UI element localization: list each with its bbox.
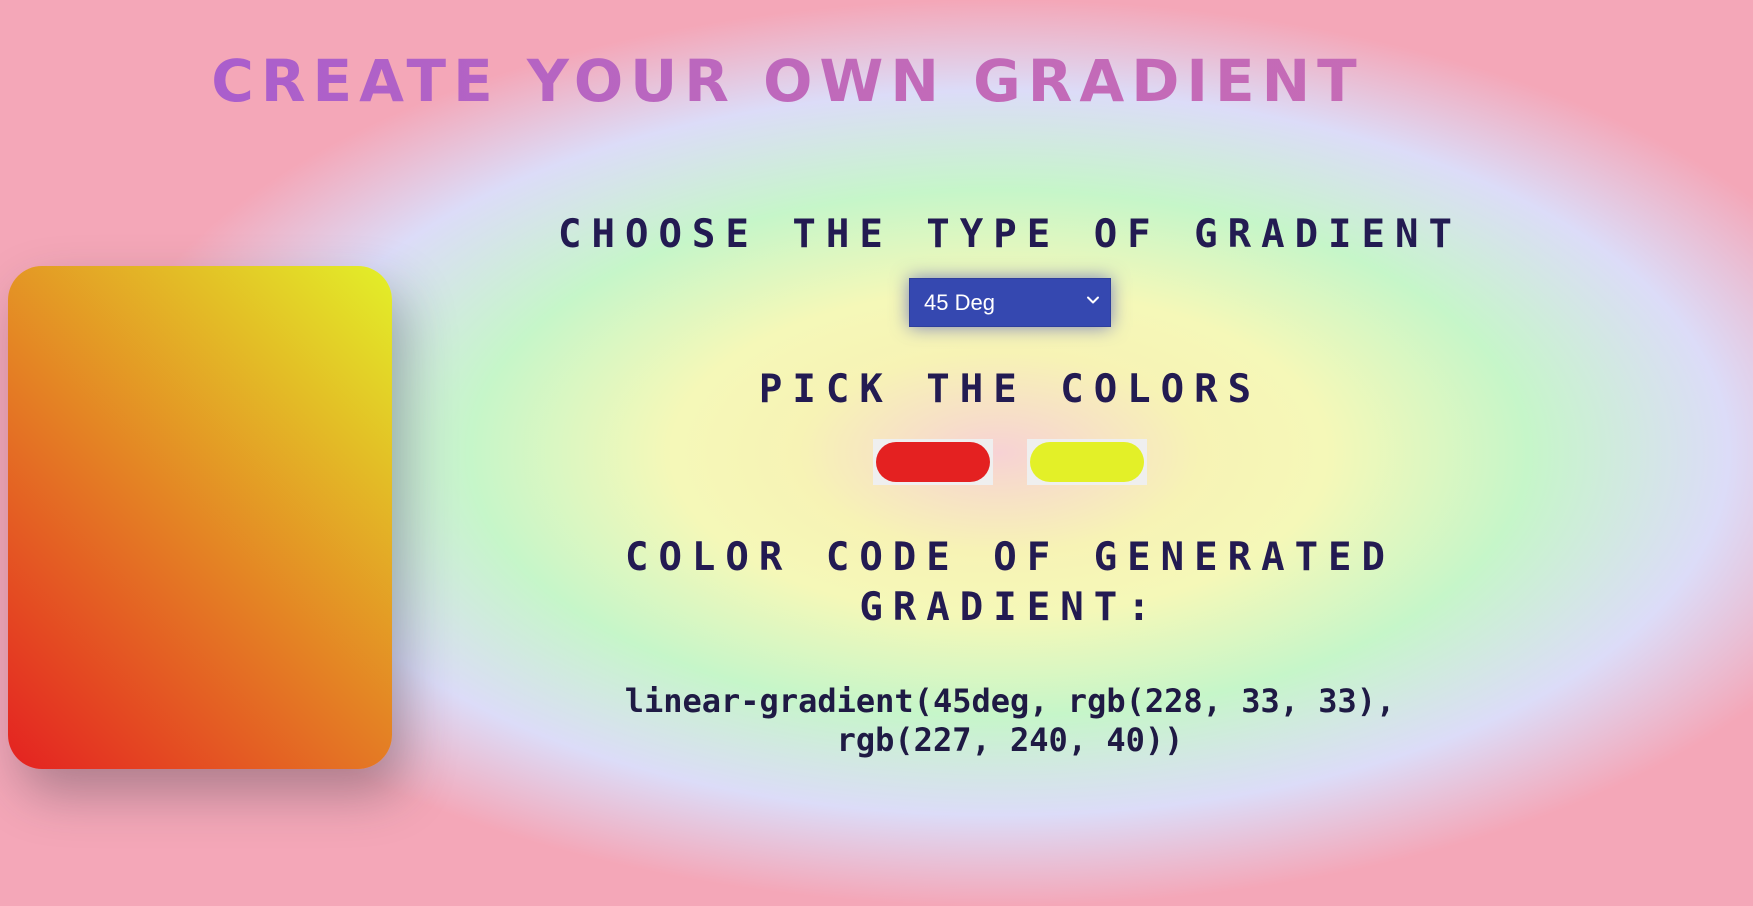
color-picker-2[interactable] [1026,439,1147,485]
gradient-type-selected-value: 45 Deg [924,290,995,315]
pick-colors-heading: PICK THE COLORS [758,367,1262,412]
color-code-heading: COLOR CODE OF GENERATED GRADIENT: [624,535,1396,630]
page-title: CREATE YOUR OWN GRADIENT [0,44,1575,118]
gradient-type-select[interactable]: 45 Deg [909,278,1111,327]
gradient-preview [8,266,392,769]
gradient-type-heading: CHOOSE THE TYPE OF GRADIENT [558,212,1462,257]
color-picker-1[interactable] [873,439,994,485]
chevron-down-icon [1087,296,1099,304]
controls-panel: CHOOSE THE TYPE OF GRADIENT 45 Deg PICK … [530,200,1490,760]
gradient-code-output: linear-gradient(45deg, rgb(228, 33, 33),… [624,682,1396,759]
color-swatch-2 [1029,442,1144,482]
color-pickers [530,439,1490,485]
color-swatch-1 [876,442,991,482]
